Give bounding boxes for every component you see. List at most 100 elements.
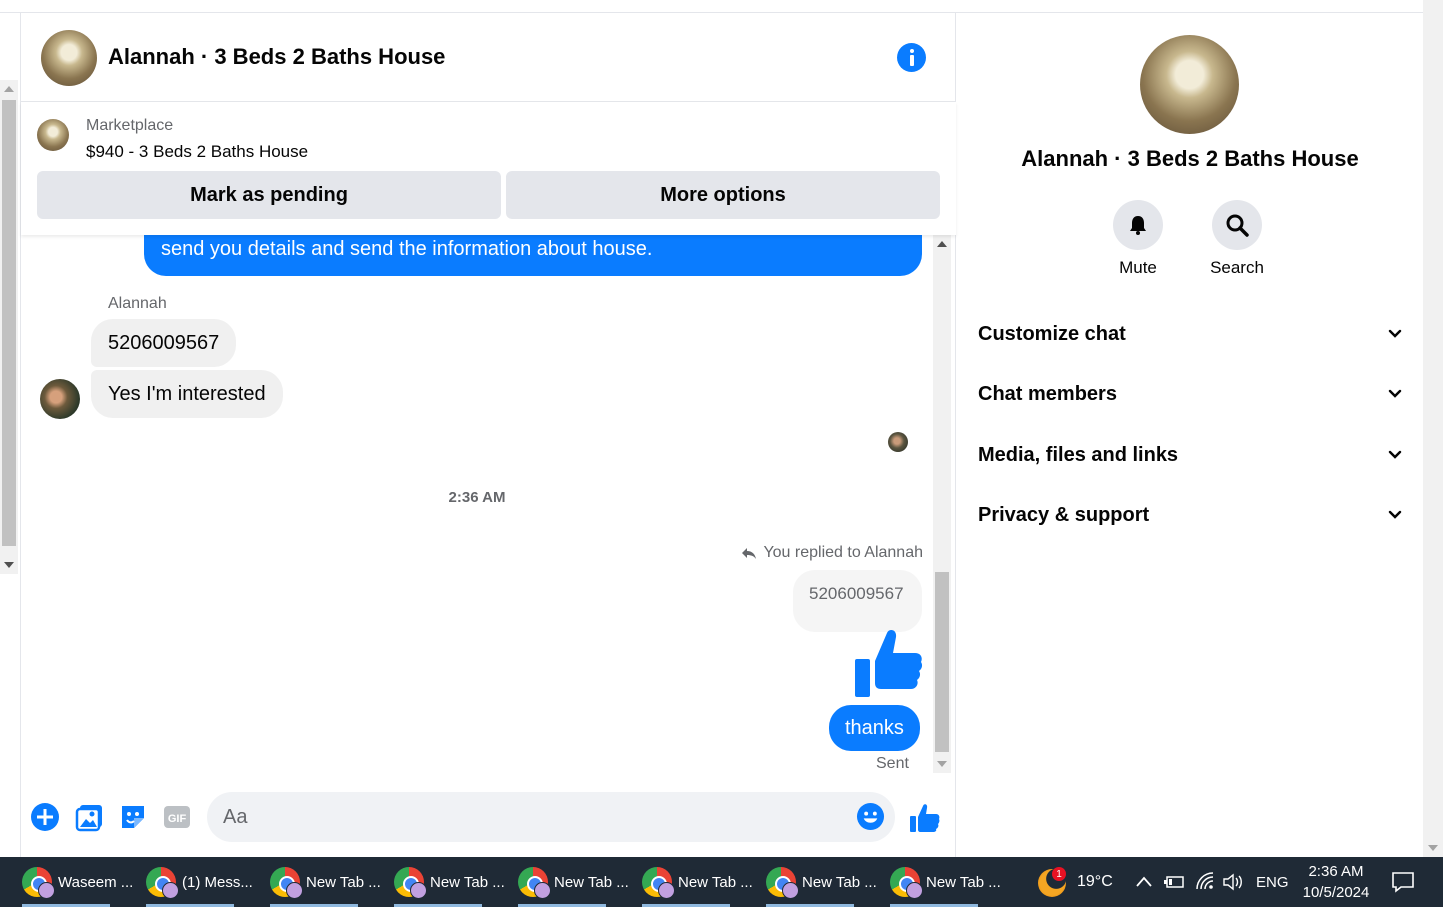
taskbar-item[interactable]: New Tab ... xyxy=(744,857,877,907)
taskbar-item[interactable]: (1) Mess... xyxy=(124,857,253,907)
taskbar-item[interactable]: New Tab ... xyxy=(868,857,1001,907)
message-composer: GIF xyxy=(21,789,956,845)
outgoing-message[interactable]: send you details and send the informatio… xyxy=(144,235,922,276)
thumbs-up-icon[interactable] xyxy=(853,627,923,699)
mute-button[interactable] xyxy=(1113,200,1163,250)
section-media-files-links[interactable]: Media, files and links xyxy=(978,433,1402,477)
chrome-icon xyxy=(642,867,675,899)
chat-scroll-thumb[interactable] xyxy=(935,572,949,752)
profile-avatar[interactable] xyxy=(1140,35,1239,134)
message-input[interactable] xyxy=(207,792,895,842)
bell-icon xyxy=(1130,216,1146,235)
taskbar-item[interactable]: New Tab ... xyxy=(372,857,505,907)
battery-icon[interactable] xyxy=(1163,874,1185,890)
chrome-icon xyxy=(766,867,799,899)
chrome-icon xyxy=(22,867,55,899)
notification-icon[interactable] xyxy=(1391,871,1415,893)
scroll-down-arrow[interactable] xyxy=(4,562,14,568)
search-icon xyxy=(1226,214,1249,237)
window-scrollbar[interactable] xyxy=(1423,0,1443,857)
chat-panel: Alannah · 3 Beds 2 Baths House Marketpla… xyxy=(20,13,956,857)
chat-scroll-down-arrow[interactable] xyxy=(937,761,947,767)
listing-source: Marketplace xyxy=(86,117,174,134)
weather-badge: 1 xyxy=(1052,867,1066,881)
chrome-icon xyxy=(518,867,551,899)
clock-date: 10/5/2024 xyxy=(1302,884,1370,901)
taskbar-item[interactable]: New Tab ... xyxy=(248,857,381,907)
message-status: Sent xyxy=(876,755,909,772)
info-icon[interactable] xyxy=(897,43,926,72)
chat-header: Alannah · 3 Beds 2 Baths House xyxy=(21,13,956,102)
svg-text:GIF: GIF xyxy=(168,813,187,825)
section-label: Chat members xyxy=(978,382,1117,405)
wifi-icon[interactable] xyxy=(1195,872,1215,892)
section-customize-chat[interactable]: Customize chat xyxy=(978,312,1402,356)
taskbar-item[interactable]: New Tab ... xyxy=(496,857,629,907)
search-action[interactable]: Search xyxy=(1197,200,1277,278)
photo-icon[interactable] xyxy=(75,802,105,832)
more-options-button[interactable]: More options xyxy=(506,171,940,219)
search-label: Search xyxy=(1210,258,1264,277)
chrome-icon xyxy=(146,867,179,899)
listing-thumbnail[interactable] xyxy=(37,119,69,151)
section-chat-members[interactable]: Chat members xyxy=(978,372,1402,416)
chevron-up-icon[interactable] xyxy=(1135,875,1153,889)
sender-avatar[interactable] xyxy=(40,379,80,419)
reply-note-text: You replied to Alannah xyxy=(763,544,923,561)
search-button[interactable] xyxy=(1212,200,1262,250)
outgoing-message-thanks[interactable]: thanks xyxy=(829,705,920,751)
mute-action[interactable]: Mute xyxy=(1098,200,1178,278)
chat-info-panel: Alannah · 3 Beds 2 Baths House Mute Sear… xyxy=(957,13,1423,857)
mute-label: Mute xyxy=(1119,258,1157,277)
section-label: Privacy & support xyxy=(978,503,1150,526)
taskbar-item-label: New Tab ... xyxy=(802,873,877,891)
chevron-down-icon xyxy=(1388,389,1402,398)
message-timestamp: 2:36 AM xyxy=(448,489,506,506)
gif-icon[interactable]: GIF xyxy=(162,802,192,832)
clock-time: 2:36 AM xyxy=(1308,863,1364,880)
weather-temp[interactable]: 19°C xyxy=(1077,857,1113,907)
plus-icon[interactable] xyxy=(30,802,60,832)
taskbar-item[interactable]: Waseem ... xyxy=(0,857,133,907)
chrome-icon xyxy=(270,867,303,899)
language-indicator[interactable]: ENG xyxy=(1256,857,1289,907)
message-list: send you details and send the informatio… xyxy=(21,235,956,775)
windows-taskbar: Waseem ... (1) Mess... New Tab ... New T… xyxy=(0,857,1443,907)
like-send-icon[interactable] xyxy=(908,802,940,834)
reply-note: You replied to Alannah xyxy=(741,544,923,562)
incoming-message[interactable]: 5206009567 xyxy=(91,319,237,367)
chevron-down-icon xyxy=(1388,450,1402,459)
listing-avatar[interactable] xyxy=(41,30,97,86)
taskbar-item-label: (1) Mess... xyxy=(182,873,253,891)
read-receipt-avatar xyxy=(888,432,908,452)
scroll-up-arrow[interactable] xyxy=(4,86,14,92)
chrome-icon xyxy=(890,867,923,899)
taskbar-item-label: New Tab ... xyxy=(306,873,381,891)
chat-scroll-up-arrow[interactable] xyxy=(937,241,947,247)
taskbar-item-label: New Tab ... xyxy=(430,873,505,891)
taskbar-clock[interactable]: 2:36 AM 10/5/2024 xyxy=(1298,861,1374,903)
chrome-icon xyxy=(394,867,427,899)
section-label: Media, files and links xyxy=(978,443,1179,466)
scroll-thumb[interactable] xyxy=(2,100,16,546)
profile-name[interactable]: Alannah · 3 Beds 2 Baths House xyxy=(957,146,1423,172)
chat-title[interactable]: Alannah · 3 Beds 2 Baths House xyxy=(108,44,445,70)
quoted-message[interactable]: 5206009567 xyxy=(793,570,922,632)
mark-as-pending-button[interactable]: Mark as pending xyxy=(37,171,501,219)
page-scrollbar[interactable] xyxy=(0,80,18,574)
listing-price-title[interactable]: $940 - 3 Beds 2 Baths House xyxy=(86,142,308,162)
taskbar-item-label: New Tab ... xyxy=(926,873,1001,891)
chevron-down-icon xyxy=(1388,329,1402,338)
taskbar-item-label: New Tab ... xyxy=(678,873,753,891)
sticker-icon[interactable] xyxy=(118,802,148,832)
section-privacy-support[interactable]: Privacy & support xyxy=(978,493,1402,537)
volume-icon[interactable] xyxy=(1222,873,1246,891)
marketplace-listing-card: Marketplace $940 - 3 Beds 2 Baths House … xyxy=(21,102,956,235)
window-scroll-down-arrow[interactable] xyxy=(1428,845,1438,851)
emoji-icon[interactable] xyxy=(856,802,885,831)
chat-scrollbar[interactable] xyxy=(933,235,951,773)
taskbar-item-label: New Tab ... xyxy=(554,873,629,891)
reply-icon xyxy=(742,548,757,559)
taskbar-item[interactable]: New Tab ... xyxy=(620,857,753,907)
incoming-message[interactable]: Yes I'm interested xyxy=(91,370,283,418)
